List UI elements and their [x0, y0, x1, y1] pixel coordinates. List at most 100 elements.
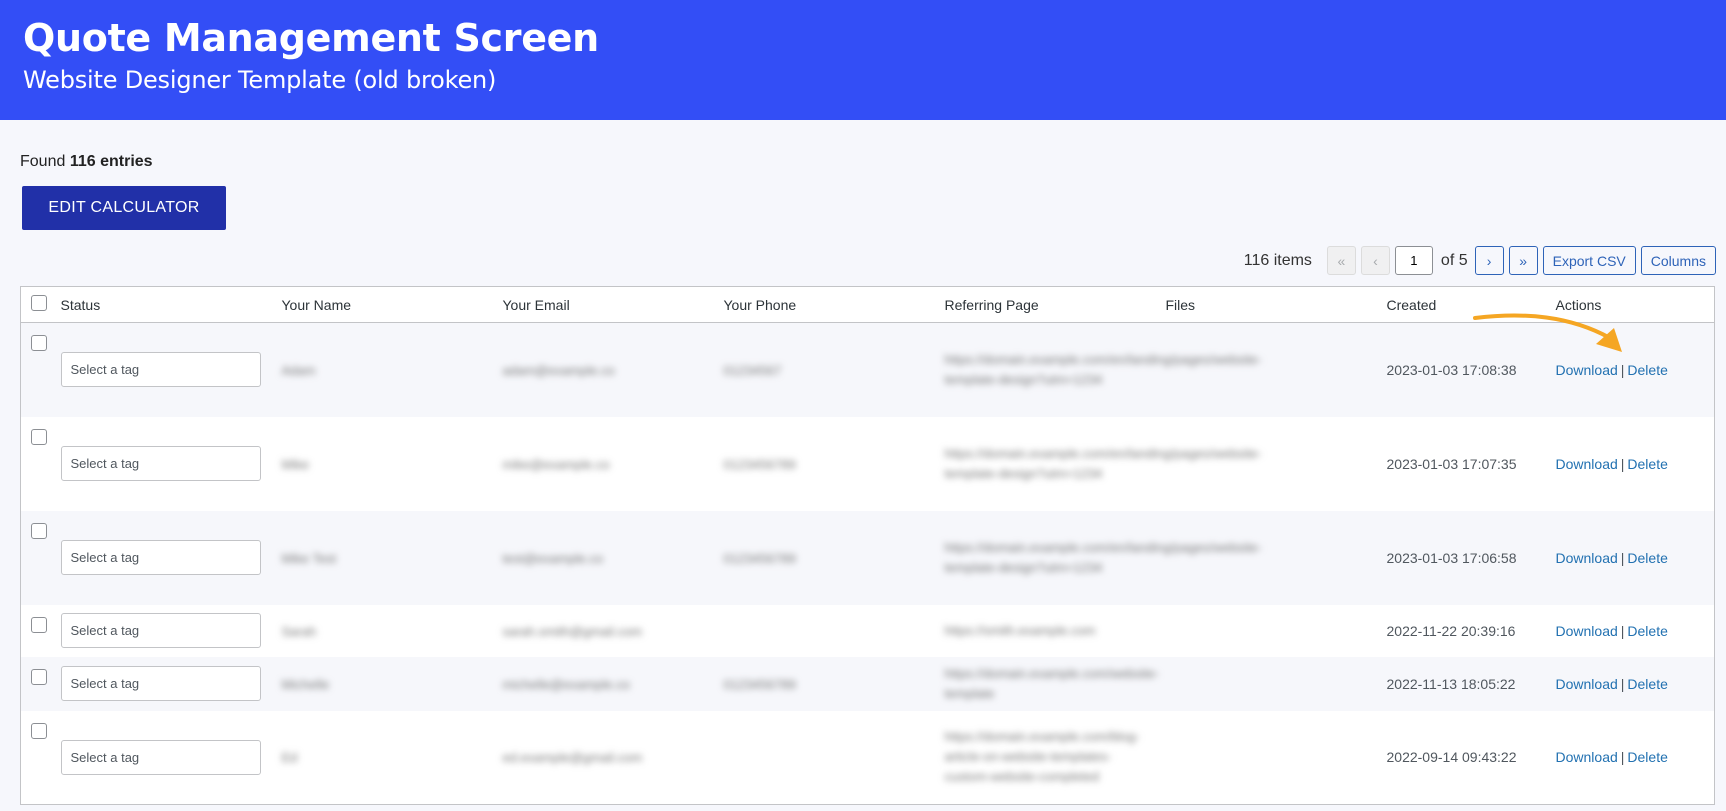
- phone-value: 01234567: [723, 362, 782, 378]
- tag-select[interactable]: Select a tag: [60, 446, 261, 481]
- name-value: Ed: [281, 750, 298, 766]
- column-referring-page[interactable]: Referring Page: [944, 286, 1166, 323]
- tag-select[interactable]: Select a tag: [60, 352, 261, 388]
- phone-value: 0123456789: [723, 456, 796, 472]
- phone-cell: 0123456789: [724, 511, 945, 605]
- action-separator: |: [1620, 675, 1625, 692]
- row-checkbox[interactable]: [31, 522, 47, 539]
- row-select-cell: [21, 417, 61, 511]
- found-count: 116 entries: [69, 153, 153, 170]
- delete-link[interactable]: Delete: [1627, 623, 1667, 639]
- referring-value: https://domain.example.com/en/landing/pa…: [944, 351, 1262, 387]
- phone-value: 0123456789: [723, 676, 796, 692]
- created-value: 2022-11-22 20:39:16: [1386, 622, 1516, 639]
- action-separator: |: [1620, 361, 1625, 378]
- files-cell: [1166, 511, 1387, 605]
- referring-cell: https://smith.example.com: [945, 605, 1166, 657]
- delete-link[interactable]: Delete: [1627, 362, 1667, 378]
- export-csv-button[interactable]: Export CSV: [1542, 246, 1636, 275]
- column-your-phone[interactable]: Your Phone: [723, 286, 945, 323]
- columns-button[interactable]: Columns: [1640, 246, 1716, 275]
- name-value: Mike: [281, 456, 309, 472]
- found-prefix: Found: [20, 153, 66, 170]
- delete-link[interactable]: Delete: [1627, 676, 1667, 692]
- files-cell: [1166, 605, 1387, 657]
- referring-value: https://domain.example.com/website-templ…: [944, 665, 1160, 701]
- prev-page-button[interactable]: ‹: [1360, 246, 1390, 275]
- referring-value: https://domain.example.com/blog-article-…: [944, 729, 1140, 785]
- download-link[interactable]: Download: [1556, 550, 1618, 566]
- delete-link[interactable]: Delete: [1627, 749, 1667, 765]
- name-value: Michelle: [281, 676, 330, 692]
- current-page-input[interactable]: [1394, 246, 1433, 275]
- phone-value: 0123456789: [723, 550, 796, 566]
- files-cell: [1166, 711, 1387, 805]
- page-total: of 5: [1440, 251, 1468, 269]
- referring-value: https://domain.example.com/en/landing/pa…: [944, 445, 1262, 481]
- email-value: ed.example@gmail.com: [502, 750, 643, 766]
- created-value: 2023-01-03 17:08:38: [1386, 361, 1517, 378]
- created-cell: 2023-01-03 17:06:58: [1387, 511, 1556, 605]
- last-page-button[interactable]: »: [1508, 246, 1538, 275]
- row-checkbox[interactable]: [31, 335, 47, 351]
- row-checkbox[interactable]: [31, 616, 47, 633]
- email-value: adam@example.co: [502, 362, 615, 378]
- email-value: mike@example.co: [502, 456, 610, 472]
- next-page-button[interactable]: ›: [1474, 246, 1504, 275]
- name-value: Mike Test: [281, 550, 337, 566]
- phone-cell: 01234567: [724, 323, 945, 417]
- email-cell: michelle@example.co: [503, 657, 724, 711]
- page-subtitle: Website Designer Template (old broken): [23, 66, 497, 94]
- download-link[interactable]: Download: [1556, 362, 1618, 378]
- tag-select[interactable]: Select a tag: [60, 739, 261, 775]
- action-separator: |: [1620, 549, 1625, 566]
- row-checkbox[interactable]: [31, 668, 47, 685]
- status-cell: Select a tag: [60, 511, 282, 605]
- email-cell: test@example.co: [503, 511, 724, 605]
- annotation-arrow-icon: [1473, 313, 1622, 352]
- tag-select[interactable]: Select a tag: [60, 666, 261, 701]
- table-row: Select a tag Ed ed.example@gmail.com htt…: [20, 710, 1715, 805]
- column-your-name[interactable]: Your Name: [281, 286, 503, 323]
- name-cell: Mike: [282, 417, 503, 511]
- created-cell: 2022-11-22 20:39:16: [1387, 605, 1556, 657]
- column-status[interactable]: Status: [60, 286, 282, 323]
- email-value: test@example.co: [502, 550, 604, 566]
- table-row: Select a tag Mike Test test@example.co 0…: [20, 510, 1715, 605]
- download-link[interactable]: Download: [1556, 623, 1618, 639]
- name-value: Adam: [281, 362, 316, 378]
- entries-count: Found 116 entries: [20, 153, 1706, 171]
- first-page-button[interactable]: «: [1326, 246, 1356, 275]
- created-cell: 2022-11-13 18:05:22: [1387, 657, 1556, 711]
- referring-cell: https://domain.example.com/website-templ…: [945, 657, 1166, 711]
- tag-select[interactable]: Select a tag: [60, 540, 261, 575]
- created-value: 2022-09-14 09:43:22: [1386, 749, 1517, 766]
- referring-cell: https://domain.example.com/en/landing/pa…: [945, 511, 1262, 605]
- created-value: 2022-11-13 18:05:22: [1386, 675, 1516, 692]
- page-header: Quote Management Screen Website Designer…: [0, 0, 1726, 120]
- column-your-email[interactable]: Your Email: [502, 286, 724, 323]
- select-all-checkbox[interactable]: [31, 295, 47, 311]
- created-cell: 2023-01-03 17:07:35: [1387, 417, 1556, 511]
- status-cell: Select a tag: [60, 605, 282, 657]
- delete-link[interactable]: Delete: [1627, 550, 1667, 566]
- download-link[interactable]: Download: [1556, 676, 1618, 692]
- actions-cell: Download | Delete: [1556, 657, 1715, 711]
- download-link[interactable]: Download: [1556, 749, 1618, 765]
- column-files[interactable]: Files: [1165, 286, 1387, 323]
- row-checkbox[interactable]: [31, 722, 47, 739]
- actions-cell: Download | Delete: [1556, 605, 1715, 657]
- select-all-cell: [20, 286, 61, 323]
- action-separator: |: [1620, 749, 1625, 766]
- row-select-cell: [21, 605, 61, 657]
- name-cell: Sarah: [282, 605, 503, 657]
- name-cell: Ed: [282, 711, 503, 805]
- download-link[interactable]: Download: [1556, 456, 1618, 472]
- row-checkbox[interactable]: [31, 428, 47, 445]
- phone-cell: [724, 711, 945, 805]
- page-title: Quote Management Screen: [23, 16, 599, 60]
- edit-calculator-button[interactable]: EDIT CALCULATOR: [22, 186, 226, 230]
- delete-link[interactable]: Delete: [1627, 456, 1667, 472]
- created-value: 2023-01-03 17:06:58: [1386, 549, 1517, 566]
- tag-select[interactable]: Select a tag: [60, 613, 261, 648]
